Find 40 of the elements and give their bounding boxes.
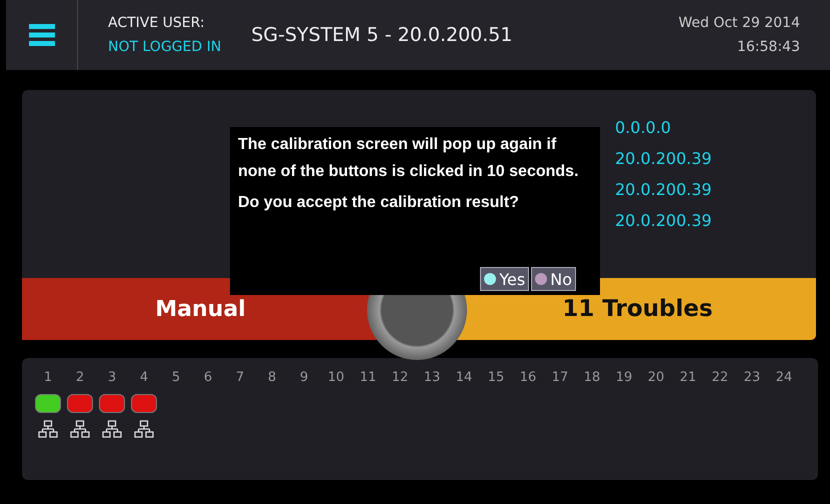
ip-address: 20.0.200.39 [615, 180, 712, 201]
port-number: 2 [76, 369, 84, 387]
no-button[interactable]: No [531, 267, 576, 291]
port-number: 12 [392, 369, 408, 387]
port-number: 15 [488, 369, 504, 387]
port-number: 9 [300, 369, 308, 387]
active-user-value: NOT LOGGED IN [108, 39, 222, 55]
active-user-label: ACTIVE USER: [108, 15, 206, 31]
port-number: 1 [44, 369, 52, 387]
yes-button[interactable]: Yes [480, 267, 530, 291]
port-number: 24 [776, 369, 792, 387]
port-number: 8 [268, 369, 276, 387]
radio-dot-icon [535, 273, 548, 285]
dialog-question: Do you accept the calibration result? [238, 193, 520, 213]
port-number: 10 [328, 369, 344, 387]
port-number: 11 [360, 369, 376, 387]
port-number: 5 [172, 369, 180, 387]
port-number: 20 [648, 369, 664, 387]
menu-icon [28, 24, 54, 46]
dialog-message: The calibration screen will pop up again if none of the buttons is clicked in 10 seconds. [238, 135, 580, 182]
port-number: 3 [108, 369, 116, 387]
port-number: 7 [236, 369, 244, 387]
port-number: 6 [204, 369, 212, 387]
date-text: Wed Oct 29 2014 [678, 15, 800, 31]
port-number: 16 [520, 369, 536, 387]
time-text: 16:58:43 [737, 39, 800, 55]
system-title: SG-SYSTEM 5 - 20.0.200.51 [251, 24, 514, 46]
port-number: 21 [680, 369, 696, 387]
ip-address: 0.0.0.0 [615, 118, 672, 139]
port-number: 18 [584, 369, 600, 387]
port-number: 13 [424, 369, 440, 387]
port-number: 4 [140, 369, 148, 387]
port-number: 14 [456, 369, 472, 387]
port-number: 22 [712, 369, 728, 387]
ip-address: 20.0.200.39 [615, 149, 712, 170]
ip-address: 20.0.200.39 [615, 211, 712, 232]
port-number: 17 [552, 369, 568, 387]
port-number: 19 [616, 369, 632, 387]
port-number: 23 [744, 369, 760, 387]
radio-dot-icon [484, 273, 496, 285]
